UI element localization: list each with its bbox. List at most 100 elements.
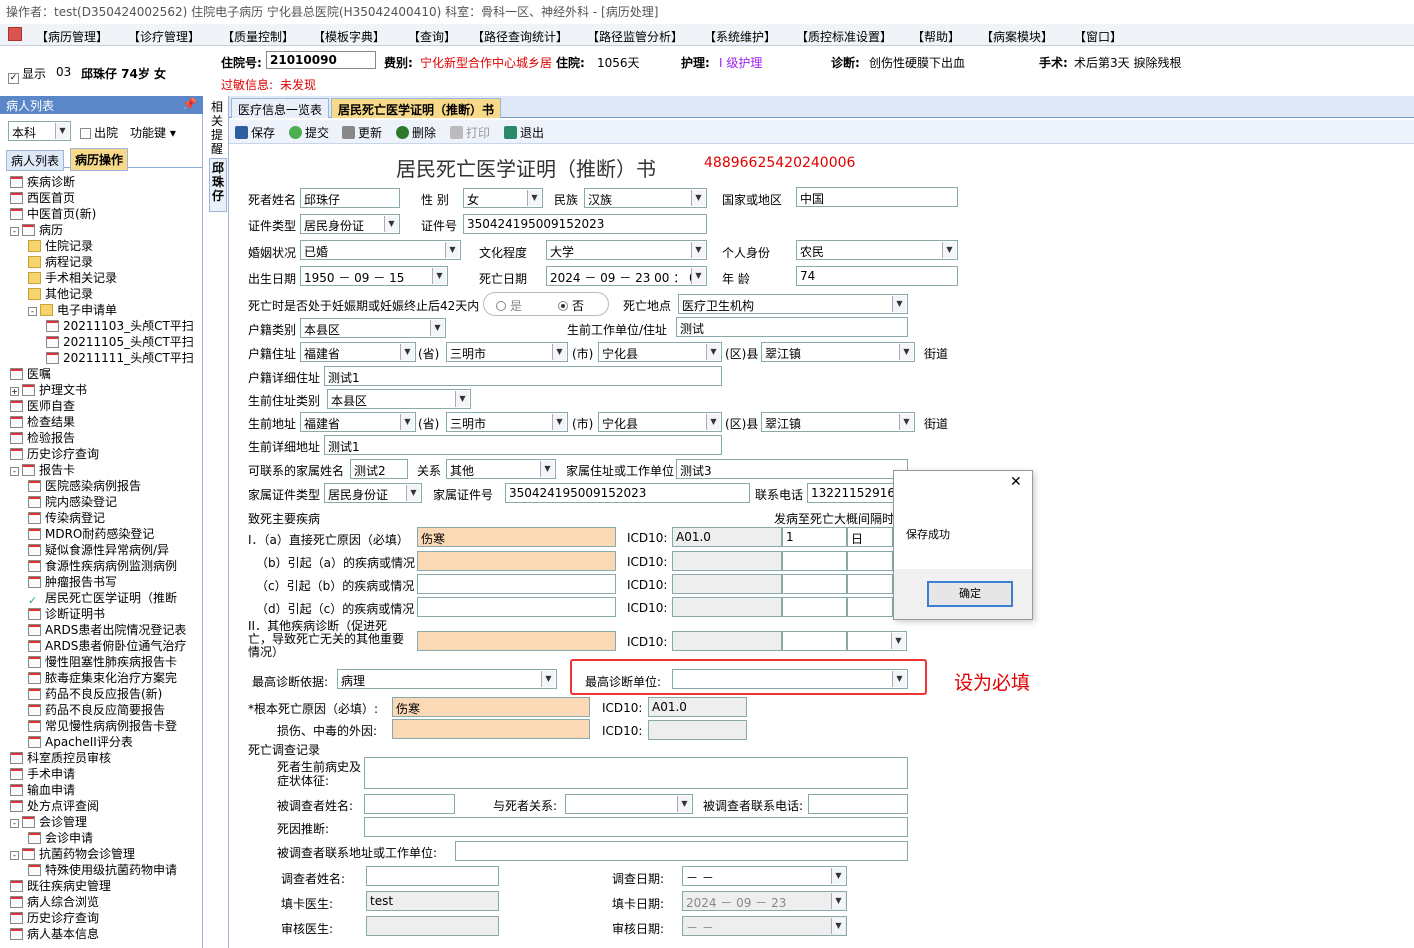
tree-item[interactable]: 食源性疾病病例监测病例 xyxy=(28,557,177,574)
menu-help[interactable]: 【帮助】 xyxy=(912,28,960,45)
sex-select[interactable]: 女 ▼ xyxy=(463,188,543,208)
tree-item[interactable]: 诊断证明书 xyxy=(28,605,105,622)
tree-item[interactable]: + 护理文书 xyxy=(10,381,87,398)
tree-item[interactable]: 手术相关记录 xyxy=(28,269,117,286)
icd-d-input[interactable] xyxy=(672,597,782,617)
review-date-picker[interactable]: － － ▼ xyxy=(682,916,847,936)
pregnancy-yes-radio[interactable]: 是 xyxy=(496,297,522,314)
tree-item[interactable]: - 会诊管理 xyxy=(10,813,87,830)
exit-button[interactable]: 退出 xyxy=(504,124,544,141)
hukou-county-select[interactable]: 宁化县 ▼ xyxy=(598,342,722,362)
root-cause-input[interactable]: 伤寒 xyxy=(392,697,590,717)
fill-date-picker[interactable]: 2024 － 09 － 23 ▼ xyxy=(682,891,847,911)
tab-death-certificate[interactable]: 居民死亡医学证明（推断）书 xyxy=(331,98,502,118)
education-select[interactable]: 大学 ▼ xyxy=(546,240,707,260)
tree-item[interactable]: 医嘱 xyxy=(10,365,51,382)
tab-medical-info[interactable]: 医疗信息一览表 xyxy=(231,98,330,118)
tree-item[interactable]: 检查结果 xyxy=(10,413,75,430)
collapse-icon[interactable]: - xyxy=(10,851,19,860)
age-input[interactable]: 74 xyxy=(796,266,958,286)
interval-b-unit[interactable] xyxy=(847,551,893,571)
tab-patient-list[interactable]: 病人列表 xyxy=(6,150,65,171)
tree-item[interactable]: 传染病登记 xyxy=(28,509,105,526)
hukou-town-select[interactable]: 翠江镇 ▼ xyxy=(761,342,915,362)
submit-button[interactable]: 提交 xyxy=(289,124,329,141)
hukou-city-select[interactable]: 三明市 ▼ xyxy=(446,342,568,362)
family-name-input[interactable]: 测试2 xyxy=(350,459,408,479)
icd-a-input[interactable]: A01.0 xyxy=(672,527,782,547)
tree-item[interactable]: 既往疾病史管理 xyxy=(10,877,111,894)
tree-item[interactable]: 药品不良反应报告(新) xyxy=(28,685,162,702)
tree-item[interactable]: 住院记录 xyxy=(28,237,93,254)
tree-item[interactable]: 医师自查 xyxy=(10,397,75,414)
tree-item[interactable]: - 报告卡 xyxy=(10,461,75,478)
menu-clinical[interactable]: 【诊疗管理】 xyxy=(128,28,200,45)
live-city-select[interactable]: 三明市 ▼ xyxy=(446,412,568,432)
live-town-select[interactable]: 翠江镇 ▼ xyxy=(761,412,915,432)
menu-window[interactable]: 【窗口】 xyxy=(1074,28,1122,45)
menu-path-stats[interactable]: 【路径查询统计】 xyxy=(472,28,568,45)
icd-other-input[interactable] xyxy=(672,631,782,651)
hukou-detail-input[interactable]: 测试1 xyxy=(324,366,722,386)
tree-item[interactable]: 历史诊疗查询 xyxy=(10,909,99,926)
tree-item[interactable]: 中医首页(新) xyxy=(10,205,96,222)
hukou-type-select[interactable]: 本县区 ▼ xyxy=(300,318,446,338)
menu-system[interactable]: 【系统维护】 xyxy=(704,28,776,45)
reminder-tab[interactable]: 相关提醒 xyxy=(211,100,225,156)
print-button[interactable]: 打印 xyxy=(450,124,490,141)
tree-item[interactable]: 病程记录 xyxy=(28,253,93,270)
tab-record-ops[interactable]: 病历操作 xyxy=(70,148,129,171)
icd-root-input[interactable]: A01.0 xyxy=(648,697,747,717)
tree-item[interactable]: 会诊申请 xyxy=(28,829,93,846)
icd-c-input[interactable] xyxy=(672,574,782,594)
tree-item[interactable]: 常见慢性病病例报告卡登 xyxy=(28,717,177,734)
delete-button[interactable]: 删除 xyxy=(396,124,436,141)
expand-icon[interactable]: + xyxy=(10,387,19,396)
history-textarea[interactable] xyxy=(364,757,908,789)
inference-input[interactable] xyxy=(364,817,908,837)
icd-injury-input[interactable] xyxy=(648,720,747,740)
death-date-picker[interactable]: 2024 － 09 － 23 00 ： 00 ▼ xyxy=(546,266,707,286)
icd-b-input[interactable] xyxy=(672,551,782,571)
family-idno-input[interactable]: 350424195009152023 xyxy=(505,483,750,503)
tree-item[interactable]: 疑似食源性异常病例/异 xyxy=(28,541,169,558)
live-detail-input[interactable]: 测试1 xyxy=(324,435,722,455)
tree-item[interactable]: 手术申请 xyxy=(10,765,75,782)
deceased-name-input[interactable]: 邱珠仔 xyxy=(300,188,400,208)
tree-item[interactable]: MDRO耐药感染登记 xyxy=(28,525,154,542)
phone-input[interactable]: 13221152916 xyxy=(807,483,895,503)
tree-item[interactable]: ARDS患者出院情况登记表 xyxy=(28,621,186,638)
nation-select[interactable]: 汉族 ▼ xyxy=(584,188,707,208)
interval-d-input[interactable] xyxy=(782,597,847,617)
interval-d-unit[interactable] xyxy=(847,597,893,617)
function-key-button[interactable]: 功能键 ▾ xyxy=(130,124,176,141)
interval-c-input[interactable] xyxy=(782,574,847,594)
cause-b-input[interactable] xyxy=(417,551,616,571)
interval-other-unit[interactable]: ▼ xyxy=(847,631,907,651)
idno-input[interactable]: 350424195009152023 xyxy=(463,214,707,234)
dept-select[interactable]: 本科 ▼ xyxy=(8,121,71,141)
interviewee-input[interactable] xyxy=(364,794,455,814)
interval-a-input[interactable]: 1 xyxy=(782,527,847,547)
tree-item[interactable]: 处方点评查阅 xyxy=(10,797,99,814)
tree-item[interactable]: 检验报告 xyxy=(10,429,75,446)
country-input[interactable]: 中国 xyxy=(796,187,958,207)
death-place-select[interactable]: 医疗卫生机构 ▼ xyxy=(678,294,908,314)
tree-item[interactable]: 其他记录 xyxy=(28,285,93,302)
cause-c-input[interactable] xyxy=(417,574,616,594)
menu-case[interactable]: 【病案模块】 xyxy=(981,28,1053,45)
basis-select[interactable]: 病理 ▼ xyxy=(337,669,557,689)
family-idtype-select[interactable]: 居民身份证 ▼ xyxy=(324,483,422,503)
relation-dead-select[interactable]: ▼ xyxy=(565,794,693,814)
tree-item[interactable]: 20211103_头颅CT平扫 xyxy=(46,317,194,334)
tree-item[interactable]: 西医首页 xyxy=(10,189,75,206)
survey-date-picker[interactable]: － － ▼ xyxy=(682,866,847,886)
close-icon[interactable]: ✕ xyxy=(1010,474,1022,490)
pregnancy-no-radio[interactable]: 否 xyxy=(558,297,584,314)
save-button[interactable]: 保存 xyxy=(235,124,275,141)
tree-item[interactable]: - 病历 xyxy=(10,221,63,238)
interval-b-input[interactable] xyxy=(782,551,847,571)
tree-item[interactable]: ARDS患者俯卧位通气治疗 xyxy=(28,637,186,654)
interval-other-input[interactable] xyxy=(782,631,847,651)
interval-c-unit[interactable] xyxy=(847,574,893,594)
